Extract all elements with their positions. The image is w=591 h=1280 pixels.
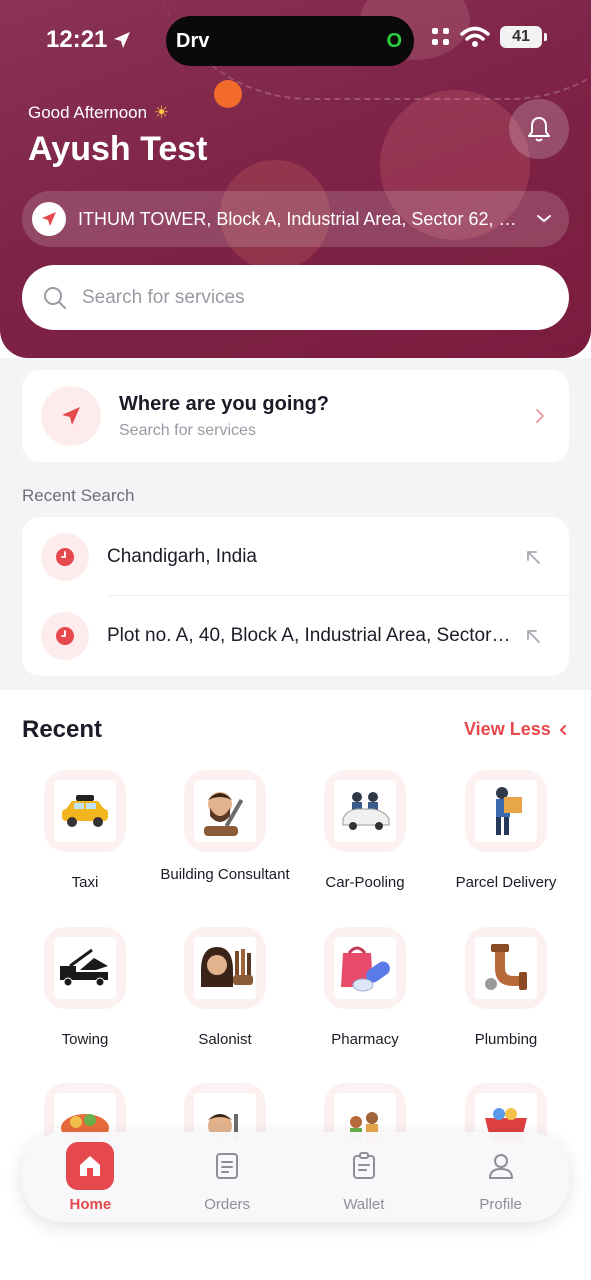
status-time: 12:21: [46, 26, 108, 53]
bottom-navigation: Home Orders Wallet Profile: [22, 1132, 569, 1222]
profile-icon: [477, 1142, 525, 1190]
cellular-icon: [432, 28, 450, 46]
user-name: Ayush Test: [28, 130, 208, 168]
nav-home[interactable]: Home: [30, 1141, 150, 1213]
chevron-right-icon: [536, 409, 545, 423]
service-car-pooling[interactable]: Car-Pooling: [295, 770, 435, 892]
island-label: Drv: [176, 30, 210, 52]
nav-orders[interactable]: Orders: [167, 1142, 287, 1213]
location-arrow-icon: [114, 32, 130, 48]
service-label: Building Consultant: [160, 866, 290, 883]
recent-search-item[interactable]: Chandigarh, India: [22, 518, 569, 596]
recent-search-text: Chandigarh, India: [107, 546, 257, 567]
service-taxi[interactable]: Taxi: [15, 770, 155, 892]
navigation-icon: [41, 386, 101, 446]
nav-profile[interactable]: Profile: [441, 1142, 561, 1213]
consultant-icon: [194, 780, 256, 842]
taxi-icon: [54, 780, 116, 842]
wallet-icon: [340, 1142, 388, 1190]
dynamic-island: Drv O: [166, 16, 414, 66]
service-parcel-delivery[interactable]: Parcel Delivery: [436, 770, 576, 892]
search-icon: [44, 286, 66, 309]
service-towing[interactable]: Towing: [15, 927, 155, 1049]
clock-icon: [41, 612, 89, 660]
recent-title: Recent: [22, 716, 103, 743]
service-label: Taxi: [71, 874, 99, 891]
tow-truck-icon: [54, 937, 116, 999]
service-label: Salonist: [198, 1031, 252, 1048]
service-pharmacy[interactable]: Pharmacy: [295, 927, 435, 1049]
status-icons: 41: [432, 26, 547, 48]
arrow-up-left-icon: [527, 630, 540, 643]
bell-icon: [528, 117, 550, 142]
island-indicator: O: [386, 30, 402, 52]
greeting: Good Afternoon ☀: [28, 103, 169, 123]
salon-icon: [194, 937, 256, 999]
plumbing-icon: [475, 937, 537, 999]
service-label: Car-Pooling: [325, 874, 405, 891]
view-less-label: View Less: [464, 719, 551, 739]
greeting-text: Good Afternoon: [28, 103, 148, 122]
recent-search-label: Recent Search: [22, 486, 135, 505]
service-salonist[interactable]: Salonist: [155, 927, 295, 1049]
nav-wallet[interactable]: Wallet: [304, 1142, 424, 1213]
sun-icon: ☀: [153, 103, 170, 122]
battery-indicator: 41: [500, 26, 547, 48]
chevron-left-icon: [559, 724, 566, 735]
clock-icon: [41, 533, 89, 581]
where-going-subtitle: Search for services: [119, 421, 256, 439]
search-bar[interactable]: [22, 265, 569, 330]
service-label: Towing: [61, 1031, 109, 1048]
recent-search-list: Chandigarh, India Plot no. A, 40, Block …: [22, 517, 569, 676]
location-selector[interactable]: ITHUM TOWER, Block A, Industrial Area, S…: [22, 191, 569, 247]
view-less-button[interactable]: View Less: [464, 719, 567, 740]
service-plumbing[interactable]: Plumbing: [436, 927, 576, 1049]
recent-search-item[interactable]: Plot no. A, 40, Block A, Industrial Area…: [22, 597, 569, 675]
nav-label: Wallet: [343, 1195, 385, 1213]
service-building-consultant[interactable]: Building Consultant: [155, 770, 295, 884]
home-icon: [66, 1141, 115, 1190]
recent-search-text: Plot no. A, 40, Block A, Industrial Area…: [107, 625, 515, 646]
arrow-up-left-icon: [527, 551, 540, 564]
nav-label: Orders: [204, 1195, 251, 1213]
nav-label: Profile: [479, 1195, 522, 1213]
divider: [108, 595, 569, 596]
notifications-button[interactable]: [509, 99, 569, 159]
chevron-down-icon: [537, 215, 551, 223]
decorative-dot: [214, 80, 242, 108]
service-label: Pharmacy: [331, 1031, 399, 1048]
service-label: Parcel Delivery: [455, 874, 557, 891]
navigation-icon: [32, 202, 66, 236]
where-going-card[interactable]: Where are you going? Search for services: [22, 370, 569, 462]
parcel-icon: [475, 780, 537, 842]
service-label: Plumbing: [474, 1031, 538, 1048]
car-pool-icon: [334, 780, 396, 842]
pharmacy-icon: [334, 937, 396, 999]
nav-label: Home: [69, 1195, 112, 1213]
where-going-title: Where are you going?: [119, 392, 330, 415]
search-input[interactable]: [82, 286, 522, 309]
orders-icon: [203, 1142, 251, 1190]
wifi-icon: [460, 26, 490, 47]
location-text: ITHUM TOWER, Block A, Industrial Area, S…: [78, 208, 526, 229]
